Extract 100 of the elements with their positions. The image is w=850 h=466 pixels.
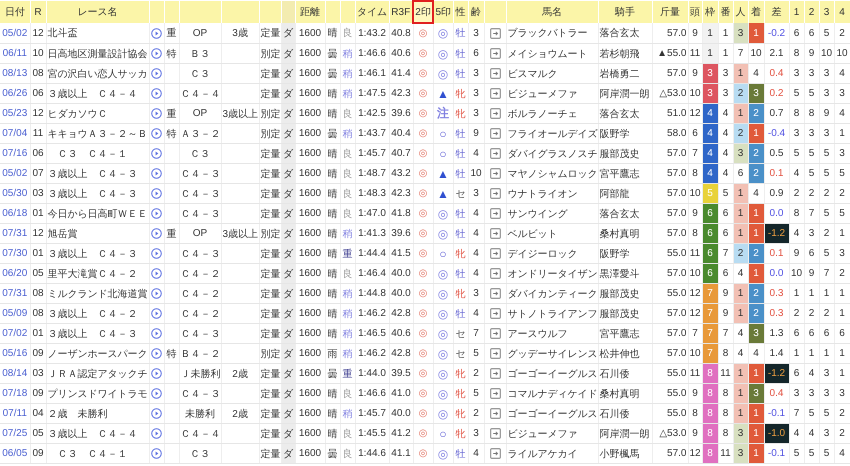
column-header[interactable]: 4 <box>834 1 850 23</box>
age-condition: 3歳以上 <box>222 108 258 120</box>
column-header[interactable]: 馬名 <box>506 1 598 23</box>
column-header[interactable]: 着 <box>748 1 764 23</box>
corner-position: 8 <box>794 108 800 119</box>
column-header[interactable]: 3 <box>819 1 834 23</box>
column-header[interactable]: 1 <box>789 1 804 23</box>
arrow-box-icon[interactable] <box>490 68 500 79</box>
arrow-box-icon[interactable] <box>490 108 500 119</box>
date-link[interactable]: 05/23 <box>2 108 28 119</box>
arrow-box-icon[interactable] <box>490 388 500 399</box>
date-link[interactable]: 05/16 <box>2 348 28 359</box>
play-icon[interactable] <box>151 448 162 459</box>
time-difference: 0.5 <box>764 144 789 164</box>
column-header[interactable]: R <box>30 1 46 23</box>
date-link[interactable]: 05/02 <box>2 168 28 179</box>
mark-symbol: ◎ <box>418 328 428 339</box>
date-link[interactable]: 07/31 <box>2 288 28 299</box>
date-link[interactable]: 05/30 <box>2 188 28 199</box>
horse-name: グッデーサイレンス <box>508 348 598 360</box>
arrow-box-icon[interactable] <box>490 228 500 239</box>
play-icon[interactable] <box>151 208 162 219</box>
date-link[interactable]: 06/05 <box>2 448 28 459</box>
horse-age: 3 <box>473 108 479 119</box>
column-header[interactable]: 齢 <box>468 1 484 23</box>
column-header[interactable]: 性 <box>453 1 468 23</box>
play-icon[interactable] <box>151 168 162 179</box>
column-header[interactable]: 番 <box>718 1 733 23</box>
date-link[interactable]: 07/16 <box>2 148 28 159</box>
column-header[interactable]: 5印 <box>433 1 453 23</box>
arrow-box-icon[interactable] <box>490 308 500 319</box>
date-link[interactable]: 05/02 <box>2 28 28 38</box>
column-header[interactable]: 差 <box>764 1 789 23</box>
play-icon[interactable] <box>151 348 162 359</box>
play-icon[interactable] <box>151 188 162 199</box>
date-link[interactable]: 07/18 <box>2 388 28 399</box>
play-icon[interactable] <box>151 48 162 59</box>
arrow-box-icon[interactable] <box>490 368 500 379</box>
date-link[interactable]: 07/02 <box>2 328 28 339</box>
play-icon[interactable] <box>151 228 162 239</box>
race-name: Ｃ３ Ｃ４－１ <box>56 448 128 460</box>
arrow-box-icon[interactable] <box>490 268 500 279</box>
arrow-box-icon[interactable] <box>490 328 500 339</box>
arrow-box-icon[interactable] <box>490 428 500 439</box>
column-header[interactable]: 距離 <box>295 1 325 23</box>
arrow-box-icon[interactable] <box>490 288 500 299</box>
column-header[interactable]: 人 <box>733 1 748 23</box>
date-link[interactable]: 06/18 <box>2 208 28 219</box>
arrow-box-icon[interactable] <box>490 448 500 459</box>
play-icon[interactable] <box>151 128 162 139</box>
column-header[interactable]: レース名 <box>46 1 149 23</box>
surface: ダ <box>283 108 293 120</box>
column-header[interactable]: 枠 <box>702 1 718 23</box>
corner-position: 10 <box>820 48 832 59</box>
column-header[interactable]: 騎手 <box>598 1 652 23</box>
play-icon[interactable] <box>151 108 162 119</box>
play-icon[interactable] <box>151 248 162 259</box>
date-link[interactable]: 06/20 <box>2 268 28 279</box>
date-link[interactable]: 07/30 <box>2 248 28 259</box>
play-icon[interactable] <box>151 28 162 38</box>
arrow-box-icon[interactable] <box>490 48 500 59</box>
date-link[interactable]: 07/11 <box>2 408 27 419</box>
date-link[interactable]: 08/14 <box>2 368 28 379</box>
arrow-box-icon[interactable] <box>490 348 500 359</box>
play-icon[interactable] <box>151 368 162 379</box>
column-header[interactable]: 2 <box>804 1 819 23</box>
arrow-box-icon[interactable] <box>490 208 500 219</box>
play-icon[interactable] <box>151 268 162 279</box>
play-icon[interactable] <box>151 428 162 439</box>
play-icon[interactable] <box>151 328 162 339</box>
race-time: 1:48.3 <box>358 188 386 199</box>
play-icon[interactable] <box>151 388 162 399</box>
arrow-box-icon[interactable] <box>490 188 500 199</box>
play-icon[interactable] <box>151 68 162 79</box>
arrow-box-icon[interactable] <box>490 88 500 99</box>
date-link[interactable]: 07/25 <box>2 428 28 439</box>
column-header[interactable]: R3F <box>389 1 413 23</box>
date-link[interactable]: 05/09 <box>2 308 28 319</box>
date-link[interactable]: 07/04 <box>2 128 28 139</box>
jockey-name: 石川倭 <box>600 368 630 380</box>
arrow-box-icon[interactable] <box>490 408 500 419</box>
column-header[interactable]: 斤量 <box>652 1 688 23</box>
arrow-box-icon[interactable] <box>490 168 500 179</box>
arrow-box-icon[interactable] <box>490 128 500 139</box>
date-link[interactable]: 06/11 <box>2 48 27 59</box>
date-link[interactable]: 07/31 <box>2 228 28 239</box>
column-header[interactable]: 日付 <box>0 1 30 23</box>
arrow-box-icon[interactable] <box>490 28 500 38</box>
column-header[interactable]: タイム <box>355 1 389 23</box>
play-icon[interactable] <box>151 408 162 419</box>
column-header[interactable]: 頭 <box>688 1 702 23</box>
date-link[interactable]: 08/13 <box>2 68 28 79</box>
date-link[interactable]: 06/26 <box>2 88 28 99</box>
play-icon[interactable] <box>151 88 162 99</box>
column-header[interactable]: 2印 <box>413 1 433 23</box>
play-icon[interactable] <box>151 148 162 159</box>
play-icon[interactable] <box>151 288 162 299</box>
arrow-box-icon[interactable] <box>490 148 500 159</box>
play-icon[interactable] <box>151 308 162 319</box>
arrow-box-icon[interactable] <box>490 248 500 259</box>
